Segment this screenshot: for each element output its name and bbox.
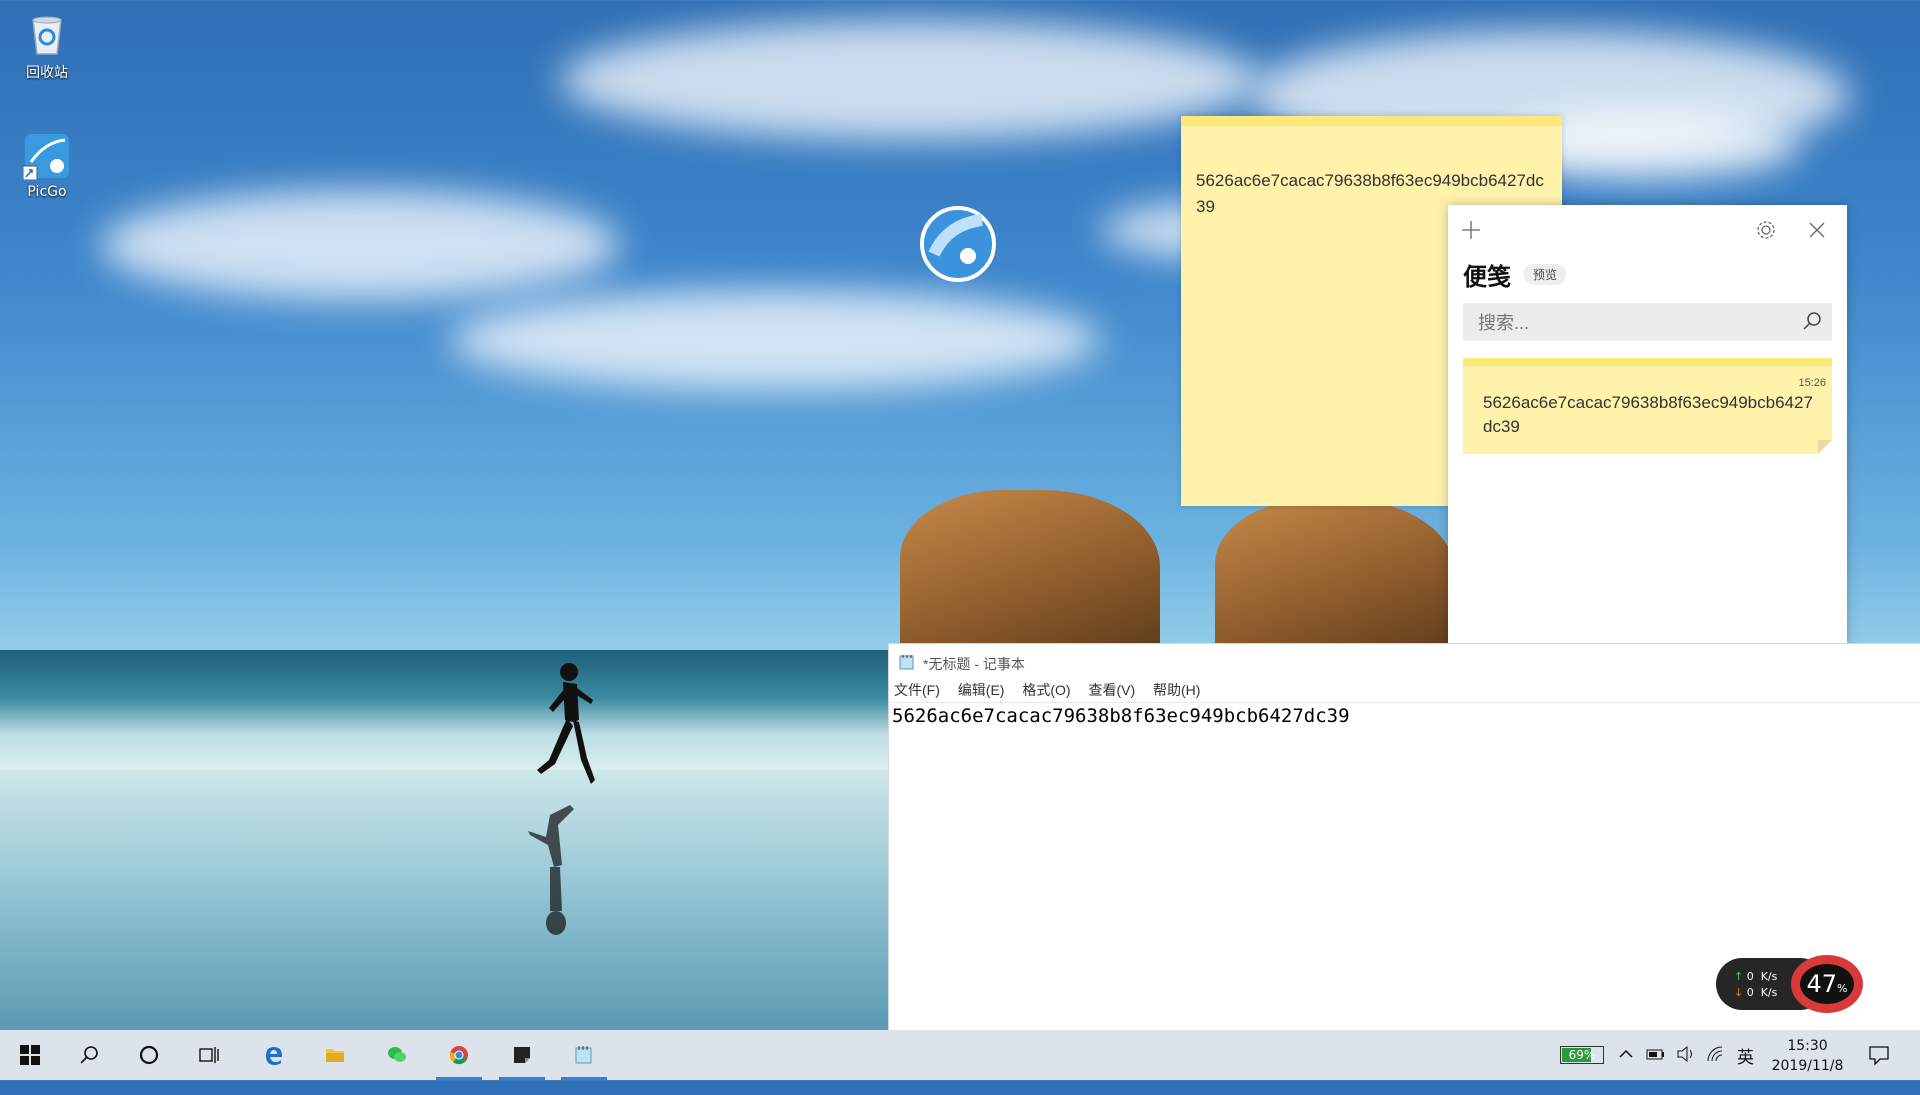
notepad-titlebar[interactable]: *无标题 - 记事本: [889, 644, 1920, 680]
upload-speed: ↑ 0 K/s: [1734, 970, 1778, 983]
search-input[interactable]: [1463, 303, 1780, 343]
note-preview-text: 5626ac6e7cacac79638b8f63ec949bcb6427dc39: [1483, 393, 1813, 436]
menu-view[interactable]: 查看(V): [1088, 680, 1135, 700]
ime-indicator[interactable]: 英: [1737, 1043, 1754, 1093]
menu-help[interactable]: 帮助(H): [1153, 680, 1200, 700]
sticky-note-header[interactable]: [1181, 116, 1562, 126]
note-list-item[interactable]: 15:26 5626ac6e7cacac79638b8f63ec949bcb64…: [1463, 358, 1832, 454]
action-center-icon[interactable]: [1868, 1044, 1890, 1094]
volume-icon[interactable]: [1676, 1045, 1696, 1095]
desktop-icon-label: PicGo: [27, 184, 67, 200]
upload-arrow-icon: ↑: [1734, 970, 1744, 983]
taskbar-file-explorer[interactable]: [310, 1030, 360, 1080]
network-speed-widget[interactable]: ↑ 0 K/s ↓ 0 K/s 47%: [1716, 955, 1864, 1013]
sticky-notes-icon: [514, 1047, 530, 1063]
note-fold-corner: [1818, 440, 1832, 454]
menu-edit[interactable]: 编辑(E): [958, 680, 1005, 700]
picgo-icon: [22, 132, 71, 181]
preview-badge: 预览: [1524, 264, 1567, 285]
cortana-button[interactable]: [124, 1030, 174, 1080]
notepad-icon: [575, 1046, 592, 1064]
taskbar-sticky-notes[interactable]: [497, 1030, 547, 1080]
wifi-icon[interactable]: [1706, 1045, 1726, 1095]
menu-format[interactable]: 格式(O): [1022, 680, 1070, 700]
search-icon[interactable]: [1802, 311, 1822, 331]
download-arrow-icon: ↓: [1734, 986, 1744, 999]
clock-time: 15:30: [1787, 1038, 1828, 1054]
show-hidden-icons-chevron-icon[interactable]: [1617, 1045, 1635, 1095]
battery-indicator[interactable]: 69%: [1560, 1046, 1604, 1064]
desktop-icon-picgo[interactable]: PicGo: [7, 132, 87, 200]
notepad-app-icon: [899, 655, 914, 670]
floating-clipboard-bubble[interactable]: [920, 206, 996, 282]
search-button[interactable]: [64, 1030, 114, 1080]
close-icon[interactable]: [1804, 217, 1830, 243]
notepad-menubar: 文件(F) 编辑(E) 格式(O) 查看(V) 帮助(H): [889, 680, 1920, 703]
wechat-icon: [388, 1047, 406, 1062]
search-icon: [80, 1046, 98, 1064]
recycle-bin-icon: [23, 10, 71, 58]
task-view-icon: [199, 1047, 219, 1063]
start-button[interactable]: [5, 1030, 55, 1080]
clock-date: 2019/11/8: [1771, 1058, 1844, 1074]
notepad-text-area[interactable]: 5626ac6e7cacac79638b8f63ec949bcb6427dc39: [889, 703, 1920, 729]
taskbar-edge[interactable]: [249, 1030, 299, 1080]
chrome-icon: [450, 1046, 468, 1065]
desktop-icon-recycle-bin[interactable]: 回收站: [7, 10, 87, 82]
notepad-title: *无标题 - 记事本: [923, 656, 1025, 672]
settings-gear-icon[interactable]: [1753, 217, 1779, 243]
add-note-icon[interactable]: [1458, 217, 1484, 243]
cpu-usage-value: 47%: [1800, 964, 1854, 1004]
panel-title: 便笺: [1463, 264, 1511, 291]
taskbar-wechat[interactable]: [372, 1030, 422, 1080]
note-timestamp: 15:26: [1798, 377, 1826, 389]
sticky-notes-list-panel: 便笺 预览 15:26 5626ac6e7cacac79638b8f63ec94…: [1448, 205, 1847, 645]
menu-file[interactable]: 文件(F): [894, 680, 940, 700]
edge-browser-icon: [266, 1047, 282, 1065]
folder-icon: [326, 1049, 344, 1062]
download-speed: ↓ 0 K/s: [1734, 986, 1778, 999]
desktop-icon-label: 回收站: [26, 65, 68, 81]
taskbar: 69% 英 15:30 2019/11/8: [0, 1030, 1920, 1080]
taskbar-chrome[interactable]: [434, 1030, 484, 1080]
task-view-button[interactable]: [184, 1030, 234, 1080]
taskbar-notepad[interactable]: [559, 1030, 609, 1080]
cpu-usage-cat-icon[interactable]: 47%: [1791, 955, 1863, 1013]
system-clock[interactable]: 15:30 2019/11/8: [1765, 1036, 1850, 1076]
cortana-circle-icon: [139, 1045, 159, 1065]
battery-tray-icon[interactable]: [1646, 1045, 1666, 1095]
search-box[interactable]: [1463, 303, 1832, 343]
windows-logo-icon: [20, 1045, 40, 1065]
